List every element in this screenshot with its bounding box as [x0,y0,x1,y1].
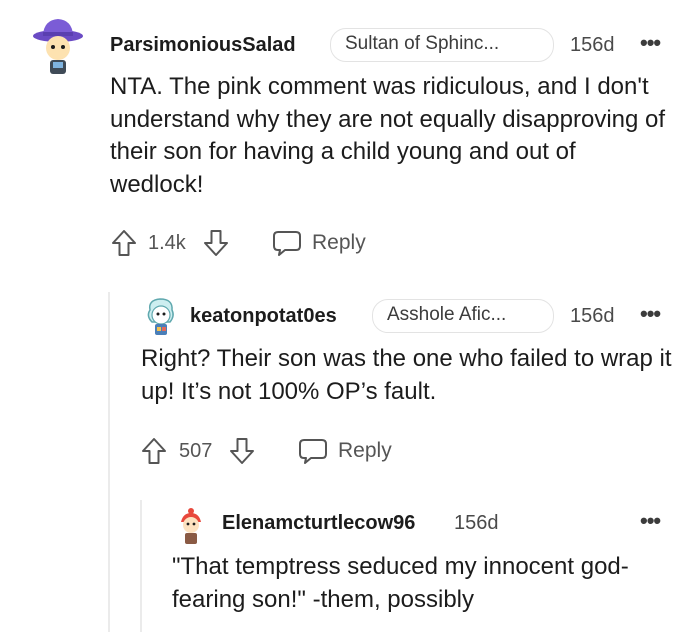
user-flair: Asshole Afic... [372,299,554,333]
user-flair: Sultan of Sphinc... [330,28,554,62]
avatar[interactable] [32,14,86,76]
downvote-button[interactable] [228,436,256,466]
thread-line-level-2 [140,500,142,632]
username[interactable]: keatonpotat0es [190,305,337,328]
comment-body: "That temptress seduced my innocent god-… [172,553,629,613]
thread-line-level-1 [108,292,110,632]
speech-bubble-icon [299,439,327,464]
avatar[interactable] [142,296,180,338]
more-options-icon[interactable]: ••• [640,30,661,56]
more-options-icon[interactable]: ••• [640,301,661,327]
avatar[interactable] [175,506,207,546]
comment-age: 156d [570,305,615,327]
downvote-button[interactable] [202,228,230,258]
speech-bubble-icon [273,231,301,256]
upvote-button[interactable] [140,436,168,466]
comment-body: Right? Their son was the one who failed … [141,345,672,405]
vote-count: 1.4k [148,232,186,254]
comment-body: NTA. The pink comment was ridiculous, an… [110,73,666,198]
reply-button[interactable]: Reply [272,228,372,258]
more-options-icon[interactable]: ••• [640,508,661,534]
comment-age: 156d [570,34,615,56]
reply-label: Reply [338,439,392,462]
downvote-arrow-icon [204,230,228,256]
username[interactable]: ParsimoniousSalad [110,34,296,57]
upvote-button[interactable] [110,228,138,258]
upvote-arrow-icon [112,230,136,256]
reply-button[interactable]: Reply [298,436,398,466]
vote-count: 507 [179,440,213,462]
downvote-arrow-icon [230,438,254,464]
comment-age: 156d [454,512,499,534]
reply-label: Reply [312,231,366,254]
username[interactable]: Elenamcturtlecow96 [222,512,415,535]
upvote-arrow-icon [142,438,166,464]
